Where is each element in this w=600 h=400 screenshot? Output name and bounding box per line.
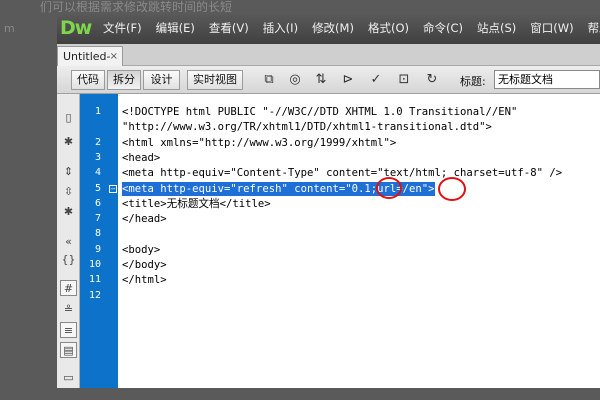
file-management-icon[interactable]: ⇅ <box>312 72 330 88</box>
menu-help[interactable]: 帮助 <box>581 20 600 36</box>
apply-comment-icon[interactable]: # <box>60 280 77 296</box>
close-icon[interactable]: × <box>110 47 118 66</box>
line-number: 3 <box>94 152 101 163</box>
line-number: 7 <box>94 213 101 224</box>
menu-commands[interactable]: 命令(C) <box>416 20 470 36</box>
multiscreen-icon[interactable]: ⧉ <box>260 72 278 88</box>
code-line: </head> <box>122 213 167 225</box>
menu-modify[interactable]: 修改(M) <box>305 20 361 36</box>
refresh-icon[interactable]: ↻ <box>423 72 441 88</box>
line-number: 6 <box>94 198 101 209</box>
collapse-tag-icon[interactable]: ✱ <box>60 134 77 150</box>
menu-file[interactable]: 文件(F) <box>96 20 149 36</box>
code-line: <title>无标题文档</title> <box>122 198 271 210</box>
code-line: <!DOCTYPE html PUBLIC "-//W3C//DTD XHTML… <box>122 106 518 118</box>
open-documents-icon[interactable]: ▯ <box>60 110 77 126</box>
highlight-invalid-icon[interactable]: {} <box>60 252 77 268</box>
balance-braces-icon[interactable]: ✱ <box>60 204 77 220</box>
code-line: </html> <box>122 274 167 286</box>
title-input[interactable]: 无标题文档 <box>494 70 600 89</box>
coding-toolbar: ▯ ✱ ⇕ ⇳ ✱ « {} # ≗ ≡ ▤ ▭ <box>57 94 80 388</box>
document-tab-strip: Untitled-1* × <box>57 44 600 82</box>
line-number: 11 <box>88 274 101 285</box>
menu-window[interactable]: 窗口(W) <box>523 20 580 36</box>
code-line: "http://www.w3.org/TR/xhtml1/DTD/xhtml1-… <box>122 121 492 133</box>
inspect-icon[interactable]: ⊳ <box>339 72 357 88</box>
line-number: 4 <box>94 167 101 178</box>
line-number: 5 <box>94 183 101 194</box>
document-toolbar: 代码 拆分 设计 实时视图 ⧉ ◎ ⇅ ⊳ ✓ ⊡ ↻ 标题: 无标题文档 <box>57 66 600 94</box>
title-label: 标题: <box>460 75 486 88</box>
code-view-button[interactable]: 代码 <box>71 70 105 90</box>
code-line: <html xmlns="http://www.w3.org/1999/xhtm… <box>122 137 397 149</box>
code-line: <meta http-equiv="Content-Type" content=… <box>122 167 563 179</box>
visual-aids-icon[interactable]: ⊡ <box>395 72 413 88</box>
check-page-icon[interactable]: ✓ <box>367 72 385 88</box>
menu-format[interactable]: 格式(O) <box>361 20 416 36</box>
document-tab[interactable]: Untitled-1* × <box>57 46 123 82</box>
fold-toggle-icon[interactable]: − <box>109 185 117 193</box>
line-number: 10 <box>88 259 101 270</box>
menu-edit[interactable]: 编辑(E) <box>149 20 202 36</box>
dreamweaver-logo: Dw <box>60 17 92 39</box>
menu-insert[interactable]: 插入(I) <box>256 20 305 36</box>
split-view-button[interactable]: 拆分 <box>107 70 141 90</box>
line-number: 8 <box>94 228 101 239</box>
menu-site[interactable]: 站点(S) <box>470 20 523 36</box>
select-parent-tag-icon[interactable]: ⇳ <box>60 184 77 200</box>
code-editor[interactable]: <!DOCTYPE html PUBLIC "-//W3C//DTD XHTML… <box>118 94 600 388</box>
code-line: <body> <box>122 244 161 256</box>
line-number: 9 <box>94 244 101 255</box>
annotation-circle-url <box>438 177 466 201</box>
wrap-tag-icon[interactable]: ≡ <box>60 322 77 338</box>
annotation-circle-delay <box>376 177 402 199</box>
design-view-button[interactable]: 设计 <box>143 70 180 90</box>
line-number: 1 <box>94 106 101 117</box>
line-numbers-icon[interactable]: « <box>60 234 77 250</box>
line-number-gutter: 1 2 3 4 5 6 7 8 9 10 11 12 − <box>80 94 118 388</box>
menu-bar: Dw 文件(F) 编辑(E) 查看(V) 插入(I) 修改(M) 格式(O) 命… <box>57 12 600 44</box>
remove-comment-icon[interactable]: ≗ <box>60 302 77 318</box>
line-number: 2 <box>94 137 101 148</box>
live-view-button[interactable]: 实时视图 <box>187 70 243 90</box>
code-line: </body> <box>122 259 167 271</box>
dreamweaver-window: Dw 文件(F) 编辑(E) 查看(V) 插入(I) 修改(M) 格式(O) 命… <box>57 12 600 388</box>
background-side-text: m <box>4 22 15 35</box>
line-number: 12 <box>88 290 101 301</box>
code-line: <head> <box>122 152 161 164</box>
recent-snippets-icon[interactable]: ▤ <box>60 342 77 358</box>
menu-view[interactable]: 查看(V) <box>202 20 256 36</box>
indent-code-icon[interactable]: ▭ <box>60 370 77 386</box>
expand-all-icon[interactable]: ⇕ <box>60 164 77 180</box>
browser-preview-icon[interactable]: ◎ <box>286 72 304 88</box>
